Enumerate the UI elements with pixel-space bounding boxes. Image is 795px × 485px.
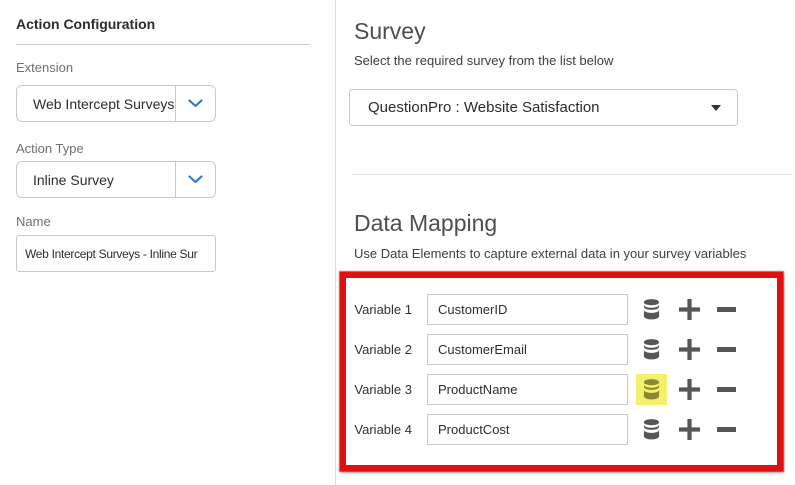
chevron-down-icon[interactable] bbox=[175, 86, 215, 121]
database-icon[interactable] bbox=[636, 414, 667, 445]
minus-icon[interactable] bbox=[711, 374, 742, 405]
variable-1-input[interactable] bbox=[427, 294, 628, 325]
panel-title-divider bbox=[16, 44, 310, 45]
variable-row-3: Variable 3 bbox=[346, 374, 777, 405]
variable-row-4: Variable 4 bbox=[346, 414, 777, 445]
plus-icon[interactable] bbox=[674, 334, 705, 365]
survey-subheading: Select the required survey from the list… bbox=[354, 53, 613, 68]
survey-select[interactable]: QuestionPro : Website Satisfaction bbox=[349, 89, 738, 126]
variable-row-1: Variable 1 bbox=[346, 294, 777, 325]
minus-icon[interactable] bbox=[711, 414, 742, 445]
survey-select-value: QuestionPro : Website Satisfaction bbox=[350, 99, 711, 116]
caret-down-icon bbox=[711, 105, 721, 111]
survey-heading: Survey bbox=[354, 18, 426, 45]
extension-dropdown-value: Web Intercept Surveys bbox=[17, 96, 175, 112]
minus-icon[interactable] bbox=[711, 294, 742, 325]
data-mapping-subheading: Use Data Elements to capture external da… bbox=[354, 246, 746, 261]
action-type-dropdown[interactable]: Inline Survey bbox=[16, 161, 216, 198]
plus-icon[interactable] bbox=[674, 414, 705, 445]
action-type-label: Action Type bbox=[16, 141, 84, 156]
extension-dropdown[interactable]: Web Intercept Surveys bbox=[16, 85, 216, 122]
annotation-red-box: Variable 1 Variable 2 Variable 3 bbox=[340, 272, 783, 471]
action-type-dropdown-value: Inline Survey bbox=[17, 172, 175, 188]
variable-3-label: Variable 3 bbox=[346, 382, 412, 397]
data-mapping-heading: Data Mapping bbox=[354, 210, 497, 237]
plus-icon[interactable] bbox=[674, 294, 705, 325]
variable-2-label: Variable 2 bbox=[346, 342, 412, 357]
variable-1-label: Variable 1 bbox=[346, 302, 412, 317]
minus-icon[interactable] bbox=[711, 334, 742, 365]
database-icon[interactable] bbox=[636, 294, 667, 325]
plus-icon[interactable] bbox=[674, 374, 705, 405]
database-icon-highlighted[interactable] bbox=[636, 374, 667, 405]
name-label: Name bbox=[16, 214, 51, 229]
variable-row-2: Variable 2 bbox=[346, 334, 777, 365]
panel-title: Action Configuration bbox=[16, 16, 155, 32]
chevron-down-icon[interactable] bbox=[175, 162, 215, 197]
variable-4-label: Variable 4 bbox=[346, 422, 412, 437]
panel-divider bbox=[335, 0, 336, 485]
variable-3-input[interactable] bbox=[427, 374, 628, 405]
name-input[interactable] bbox=[16, 235, 216, 272]
variable-4-input[interactable] bbox=[427, 414, 628, 445]
database-icon[interactable] bbox=[636, 334, 667, 365]
extension-label: Extension bbox=[16, 60, 73, 75]
variable-2-input[interactable] bbox=[427, 334, 628, 365]
section-divider bbox=[352, 174, 792, 175]
